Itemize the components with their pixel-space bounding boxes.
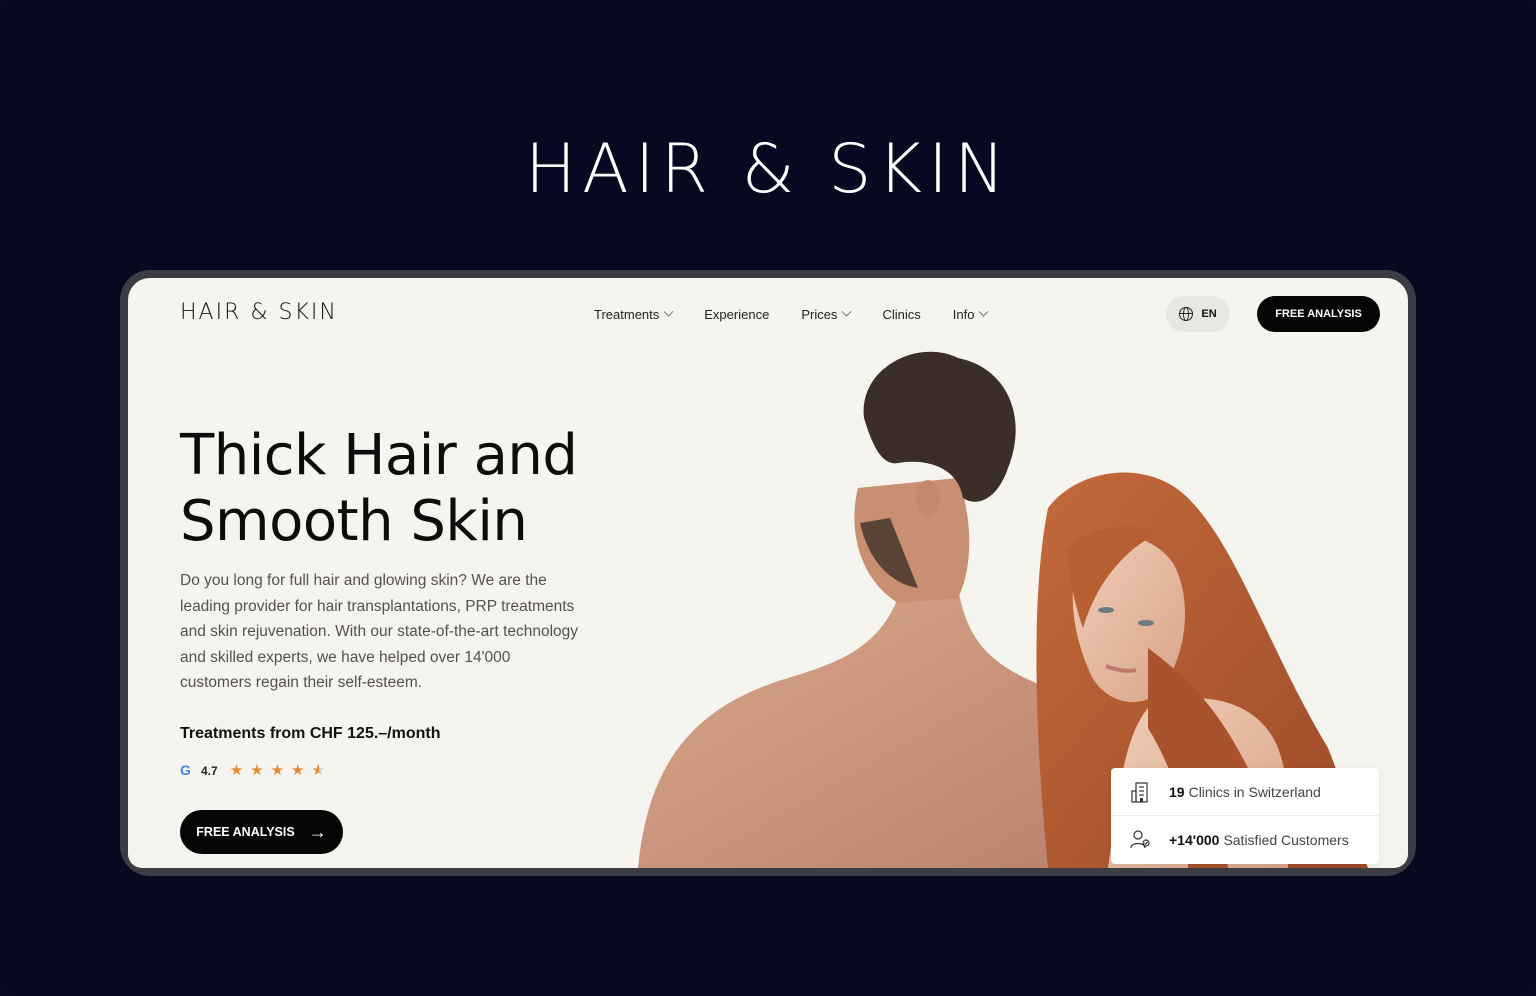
rating-value: 4.7 [201, 763, 218, 778]
cta-label: FREE ANALYSIS [196, 825, 295, 839]
chevron-down-icon [841, 306, 852, 317]
half-star-icon: ★ [311, 762, 325, 779]
hero-title-line1: Thick Hair and [180, 423, 578, 488]
site-logo[interactable]: HAIR & SKIN [180, 300, 338, 325]
hero-title: Thick Hair and Smooth Skin [180, 423, 600, 555]
free-analysis-header-button[interactable]: FREE ANALYSIS [1257, 296, 1380, 332]
google-rating[interactable]: G 4.7 ★ ★ ★ ★ ★ [180, 762, 326, 779]
nav-label: Experience [704, 306, 770, 322]
nav-item-experience[interactable]: Experience [704, 306, 769, 322]
nav-item-treatments[interactable]: Treatments [594, 306, 674, 322]
nav-item-info[interactable]: Info [952, 306, 989, 322]
stat-clinics: 19 Clinics in Switzerland [1111, 768, 1379, 816]
stat-clinics-number: 19 [1169, 783, 1185, 800]
building-icon [1131, 781, 1148, 803]
language-label: EN [1201, 308, 1217, 320]
stat-clinics-text: 19 Clinics in Switzerland [1169, 784, 1321, 800]
chevron-down-icon [978, 306, 989, 317]
chevron-down-icon [663, 306, 674, 317]
stat-clinics-label: Clinics in Switzerland [1188, 783, 1321, 800]
price-info: Treatments from CHF 125.–/month [180, 725, 441, 742]
hero-brand-logo: HAIR & SKIN [525, 130, 1011, 209]
nav-item-prices[interactable]: Prices [801, 306, 852, 322]
stat-customers: +14'000 Satisfied Customers [1111, 816, 1379, 863]
arrow-right-icon: → [308, 822, 327, 842]
hero-description: Do you long for full hair and glowing sk… [180, 572, 579, 692]
google-icon: G [180, 762, 191, 778]
browser-frame: HAIR & SKIN Treatments Experience Prices… [120, 270, 1416, 876]
hero-title-line2: Smooth Skin [180, 489, 528, 554]
nav-label: Treatments [594, 306, 660, 322]
customers-icon [1130, 829, 1150, 848]
stat-customers-label: Satisfied Customers [1223, 831, 1349, 848]
star-icon: ★ [270, 762, 285, 779]
language-switcher[interactable]: EN [1166, 296, 1230, 332]
star-icon: ★ [250, 762, 264, 779]
nav-label: Prices [801, 306, 838, 322]
stat-customers-text: +14'000 Satisfied Customers [1169, 832, 1349, 848]
website-screen: HAIR & SKIN Treatments Experience Prices… [128, 278, 1408, 868]
nav-label: Clinics [882, 306, 921, 322]
star-icon: ★ [229, 762, 244, 779]
stat-customers-number: +14'000 [1169, 831, 1220, 848]
globe-icon [1179, 307, 1194, 321]
nav-label: Info [952, 306, 975, 322]
main-nav: Treatments Experience Prices Clinics Inf… [594, 306, 1019, 322]
free-analysis-button[interactable]: FREE ANALYSIS → [180, 810, 343, 854]
star-icon: ★ [291, 762, 305, 779]
stats-card: 19 Clinics in Switzerland +14'000 Satisfie… [1111, 768, 1379, 864]
nav-item-clinics[interactable]: Clinics [882, 306, 920, 322]
